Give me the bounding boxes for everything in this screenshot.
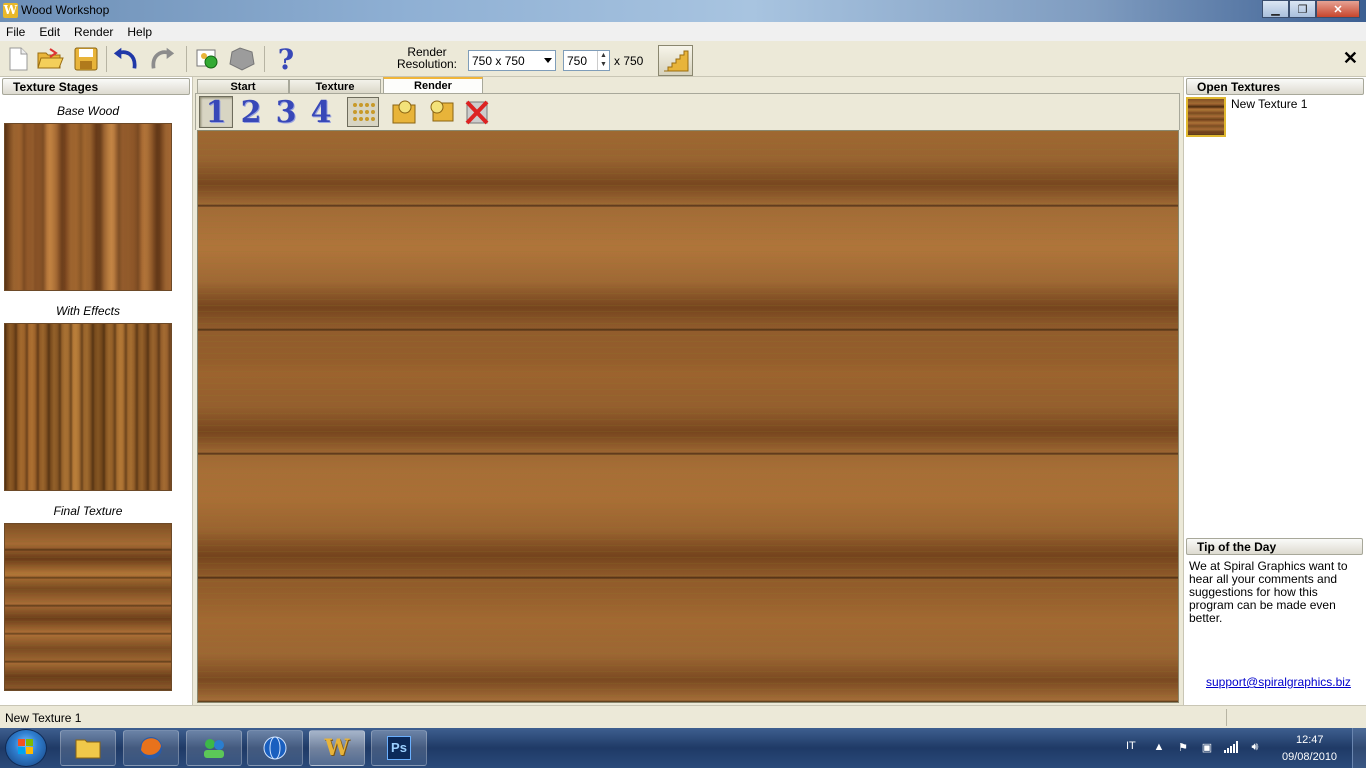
menu-file[interactable]: File (0, 22, 33, 41)
device-icon[interactable]: ▣ (1200, 740, 1214, 754)
view-4-button[interactable]: 4 (304, 95, 338, 130)
export-image-icon[interactable] (194, 45, 222, 73)
taskbar-firefox-button[interactable] (123, 730, 179, 766)
menu-render[interactable]: Render (68, 22, 121, 41)
resolution-label: Render Resolution: (396, 45, 458, 71)
save-icon[interactable] (72, 45, 100, 73)
save-render-icon[interactable] (389, 97, 421, 127)
stage-thumb-base-wood[interactable] (4, 123, 172, 291)
resolution-dropdown[interactable]: 750 x 750 (468, 50, 556, 71)
maximize-button[interactable]: ❐ (1289, 0, 1316, 18)
delete-render-icon[interactable] (461, 97, 493, 127)
taskbar-globe-button[interactable] (247, 730, 303, 766)
open-texture-name: New Texture 1 (1231, 97, 1308, 111)
tip-text: We at Spiral Graphics want to hear all y… (1189, 559, 1348, 625)
redo-icon[interactable] (148, 45, 176, 73)
tab-render[interactable]: Render (383, 77, 483, 94)
wood-workshop-icon: W (324, 735, 350, 761)
toolbar-separator (106, 46, 107, 72)
show-hidden-icons-icon[interactable]: ▲ (1152, 740, 1166, 754)
taskbar-explorer-button[interactable] (60, 730, 116, 766)
photoshop-icon: Ps (387, 736, 411, 760)
view-2-button[interactable]: 2 (234, 95, 268, 130)
spin-arrows-icon[interactable]: ▲ ▼ (597, 51, 609, 70)
main-toolbar: ? Render Resolution: 750 x 750 750 ▲ ▼ x … (0, 41, 1366, 77)
status-text: New Texture 1 (5, 711, 82, 725)
texture-stages-panel: Texture Stages Base Wood With Effects Fi… (0, 77, 193, 705)
minimize-button[interactable]: ▁ (1262, 0, 1289, 18)
stage-label-base-wood: Base Wood (56, 104, 120, 118)
tab-start[interactable]: Start (197, 79, 289, 94)
status-separator (1226, 709, 1227, 726)
texture-stages-header: Texture Stages (2, 78, 190, 95)
clock-time[interactable]: 12:47 (1296, 734, 1324, 746)
close-panel-icon[interactable]: ✕ (1343, 49, 1358, 67)
tip-header-wrap: Tip of the Day (1184, 537, 1365, 555)
taskbar: W Ps IT ▲ ⚑ ▣ 🔊︎ 12:47 09/08/2010 (0, 728, 1366, 768)
view-1-button[interactable]: 1 (199, 95, 233, 130)
render-preview[interactable] (197, 130, 1179, 703)
windows-logo-icon (18, 739, 33, 754)
resolution-value: 750 x 750 (472, 54, 525, 68)
globe-icon (263, 736, 287, 760)
window-controls: ▁ ❐ ✕ (1262, 0, 1360, 18)
tab-strip: Start Texture Render (195, 77, 1183, 94)
folder-icon (75, 739, 101, 759)
tile-grid-icon[interactable] (347, 97, 379, 127)
render-toolbar: 1 2 3 4 (195, 93, 1180, 130)
undo-icon[interactable] (112, 45, 140, 73)
render-button[interactable] (658, 45, 693, 76)
menu-bar: File Edit Render Help (0, 22, 1366, 41)
stage-thumb-final-texture[interactable] (4, 523, 172, 691)
network-icon[interactable] (1224, 740, 1238, 754)
copy-render-icon[interactable] (425, 97, 457, 127)
tip-of-the-day-header: Tip of the Day (1186, 538, 1363, 555)
wood-texture-image (198, 131, 1178, 702)
start-button[interactable] (5, 729, 47, 767)
close-button[interactable]: ✕ (1316, 0, 1360, 18)
messenger-icon (204, 739, 224, 758)
open-textures-header: Open Textures (1186, 78, 1364, 95)
window-title: Wood Workshop (21, 3, 110, 17)
show-desktop-button[interactable] (1352, 728, 1366, 768)
taskbar-wood-workshop-button[interactable]: W (309, 730, 365, 766)
height-text: x 750 (614, 54, 644, 68)
taskbar-photoshop-button[interactable]: Ps (371, 730, 427, 766)
stage-label-with-effects: With Effects (56, 304, 120, 318)
open-textures-panel: Open Textures New Texture 1 Tip of the D… (1183, 77, 1366, 705)
volume-icon[interactable]: 🔊︎ (1248, 740, 1262, 754)
open-texture-thumb (1186, 97, 1226, 137)
open-texture-item[interactable]: New Texture 1 (1186, 97, 1364, 139)
clock-date[interactable]: 09/08/2010 (1282, 751, 1337, 763)
width-stepper[interactable]: 750 ▲ ▼ (563, 50, 610, 71)
app-icon: W (3, 3, 18, 18)
status-bar: New Texture 1 (0, 705, 1366, 728)
firefox-icon (140, 737, 162, 759)
chevron-down-icon (544, 58, 552, 63)
new-document-icon[interactable] (4, 45, 32, 73)
menu-edit[interactable]: Edit (33, 22, 68, 41)
stage-label-final-texture: Final Texture (53, 504, 123, 518)
tab-texture[interactable]: Texture (289, 79, 381, 94)
menu-help[interactable]: Help (121, 22, 160, 41)
width-value: 750 (567, 54, 588, 68)
language-indicator[interactable]: IT (1126, 740, 1136, 752)
toolbar-separator (264, 46, 265, 72)
open-folder-icon[interactable] (36, 45, 64, 73)
toolbar-separator (186, 46, 187, 72)
stage-thumb-with-effects[interactable] (4, 323, 172, 491)
title-bar: W Wood Workshop ▁ ❐ ✕ (0, 0, 1366, 22)
view-3-button[interactable]: 3 (269, 95, 303, 130)
support-email-link[interactable]: support@spiralgraphics.biz (1206, 675, 1351, 689)
shape-icon[interactable] (228, 45, 256, 73)
stairs-icon (663, 50, 688, 71)
taskbar-messenger-button[interactable] (186, 730, 242, 766)
action-center-flag-icon[interactable]: ⚑ (1176, 740, 1190, 754)
help-icon[interactable]: ? (272, 43, 300, 76)
